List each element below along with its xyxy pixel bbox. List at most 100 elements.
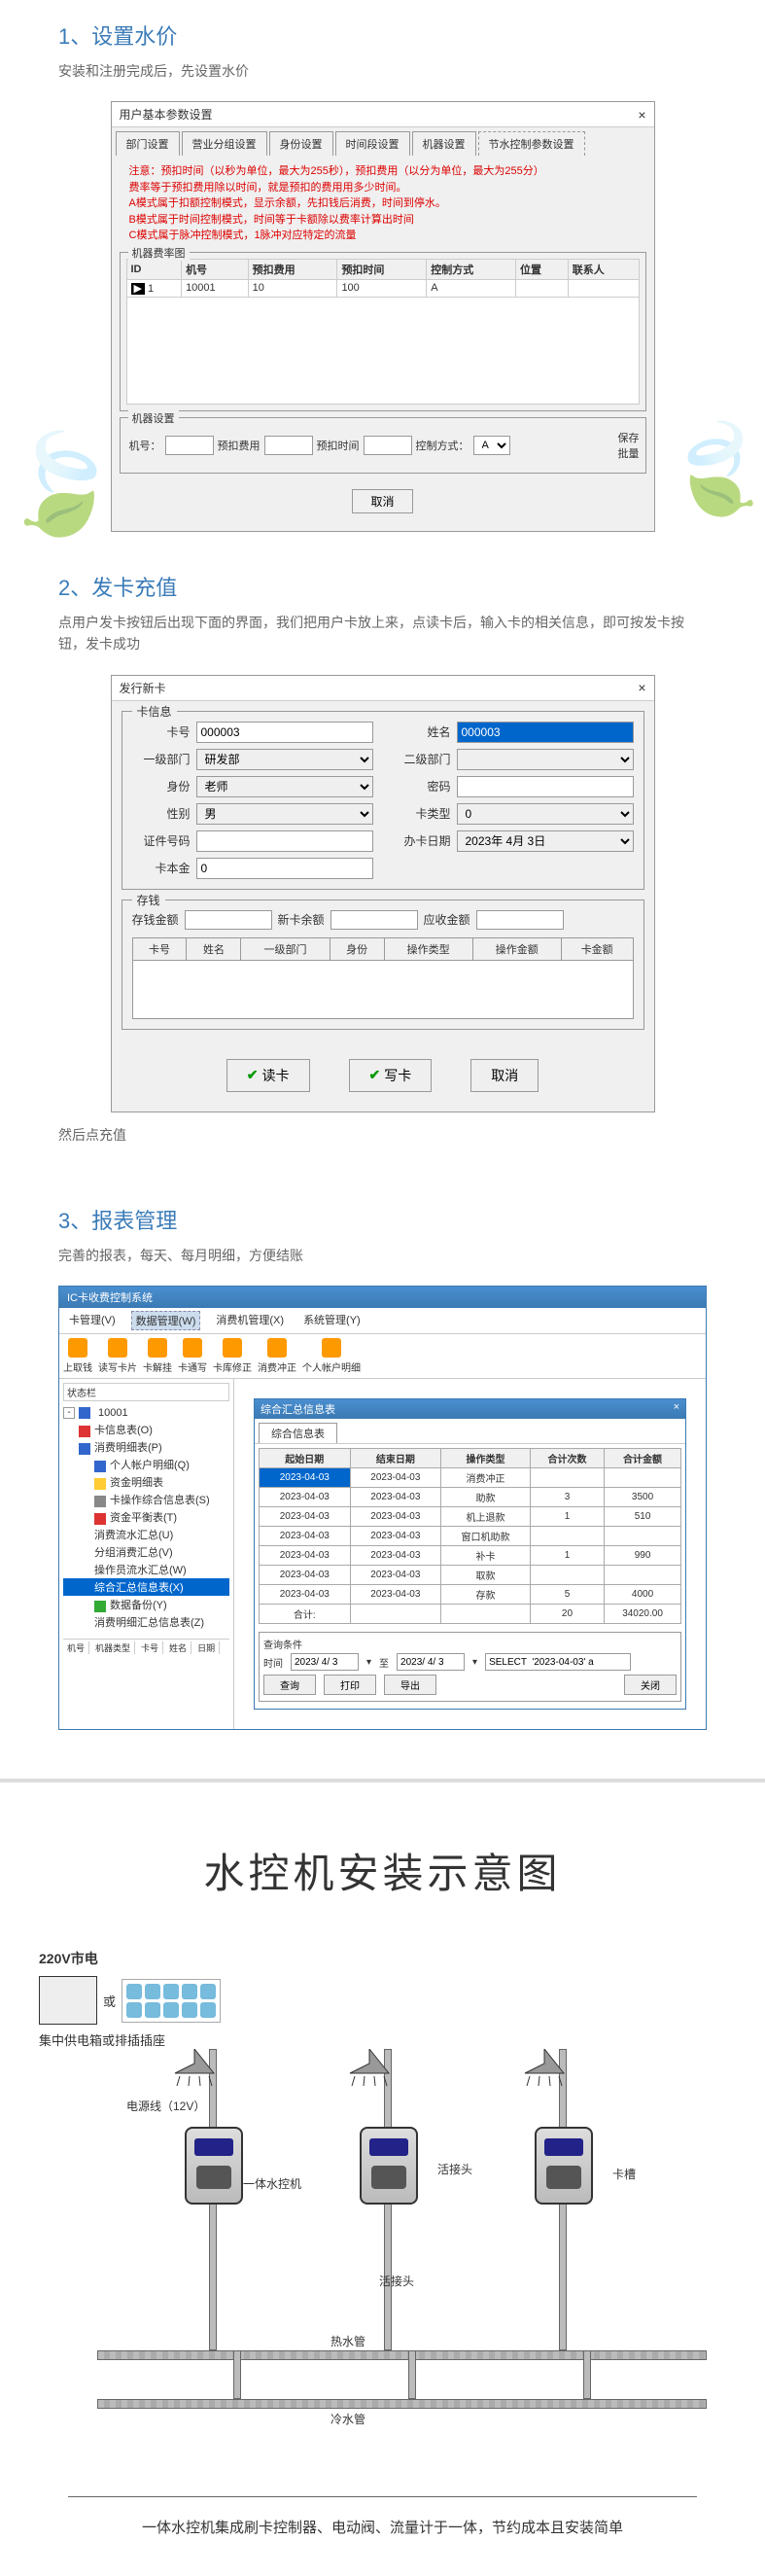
settings-tab[interactable]: 身份设置 [269,131,333,156]
toolbar-item[interactable]: 个人帐户明细 [302,1338,361,1374]
settings-tab[interactable]: 时间段设置 [335,131,410,156]
subwin-title: 综合汇总信息表 [261,1401,335,1417]
query-button[interactable]: 查询 [263,1675,316,1695]
menu-item[interactable]: 消费机管理(X) [212,1311,288,1330]
warning-text: 注意：预扣时间（以秒为单位，最大为255秒），预扣费用（以分为单位，最大为255… [120,163,646,252]
section3-sub: 完善的报表，每天、每月明细，方便结账 [58,1245,707,1266]
identity-select[interactable]: 老师 [196,776,373,797]
card-no-input[interactable] [196,722,373,743]
tree-item[interactable]: 综合汇总信息表(X) [63,1578,229,1596]
batch-label[interactable]: 批量 [618,445,640,461]
tree-item[interactable]: 数据备份(Y) [63,1596,229,1613]
shower-icon [340,2049,399,2093]
prefee-input[interactable] [264,436,313,455]
deposit-table: 卡号姓名一级部门身份操作类型操作金额卡金额 [132,937,634,961]
status-tab: 状态栏 [63,1383,229,1401]
close-icon[interactable]: × [638,680,645,695]
water-controller-icon [535,2127,593,2205]
close-icon[interactable]: × [674,1401,679,1417]
device-label: 一体水控机 [243,2175,301,2192]
settings-tab[interactable]: 机器设置 [412,131,476,156]
password-input[interactable] [457,776,634,797]
menu-item[interactable]: 卡管理(V) [65,1311,120,1330]
install-footer: 一体水控机集成刷卡控制器、电动阀、流量计于一体，节约成本且安装简单 [68,2496,697,2557]
cold-pipe [97,2399,707,2409]
gender-select[interactable]: 男 [196,803,373,825]
close-icon[interactable]: × [638,107,645,123]
cardtype-select[interactable]: 0 [457,803,634,825]
date-to-input[interactable] [397,1653,465,1671]
supply-caption: 集中供电箱或排插插座 [39,2030,726,2049]
or-text: 或 [103,1992,116,2010]
tree-item[interactable]: 消费流水汇总(U) [63,1526,229,1543]
dialog1-title: 用户基本参数设置 [120,106,213,123]
cert-input[interactable] [196,830,373,852]
socket-icon [122,1979,221,2023]
group2-label: 机器设置 [128,410,179,426]
power-label: 220V市电 [39,1951,98,1966]
cancel-button[interactable]: 取消 [352,489,412,513]
toolbar-item[interactable]: 读写卡片 [98,1338,137,1374]
settings-tab[interactable]: 部门设置 [116,131,180,156]
tree-item[interactable]: 资金明细表 [63,1473,229,1491]
sql-input[interactable] [485,1653,631,1671]
report-table: 起始日期结束日期操作类型合计次数合计金额 2023-04-032023-04-0… [259,1448,681,1624]
principal-input[interactable] [196,858,373,879]
deposit-amt-input[interactable] [185,910,272,930]
toolbar-item[interactable]: 卡库修正 [213,1338,252,1374]
tree-item[interactable]: 个人帐户明细(Q) [63,1456,229,1473]
toolbar-item[interactable]: 卡解挂 [143,1338,172,1374]
date-select[interactable]: 2023年 4月 3日 [457,830,634,852]
new-balance-input[interactable] [330,910,418,930]
close-button[interactable]: 关闭 [624,1675,677,1695]
tree-item[interactable]: 资金平衡表(T) [63,1508,229,1526]
tree-item[interactable]: 卡操作综合信息表(S) [63,1491,229,1508]
hot-pipe-label: 热水管 [330,2333,365,2349]
section2-sub: 点用户发卡按钮后出现下面的界面，我们把用户卡放上来，点读卡后，输入卡的相关信息，… [58,612,707,655]
pretime-input[interactable] [364,436,412,455]
machine-form: 机号： 预扣费用 预扣时间 控制方式：A 保存 批量 [126,424,640,467]
deposit-legend: 存钱 [132,892,165,908]
print-button[interactable]: 打印 [324,1675,376,1695]
section1-sub: 安装和注册完成后，先设置水价 [58,60,707,82]
tree-item[interactable]: 卡信息表(O) [63,1421,229,1438]
tree-item[interactable]: 操作员流水汇总(W) [63,1561,229,1578]
section3-title: 3、报表管理 [58,1204,707,1235]
toolbar-item[interactable]: 消费冲正 [258,1338,296,1374]
installation-diagram-section: 水控机安装示意图 220V市电 或 集中供电箱或排插插座 热水管 冷水管 电源线… [0,1779,765,2576]
date-from-input[interactable] [291,1653,359,1671]
joint-label: 活接头 [437,2161,472,2177]
toolbar-item[interactable]: 卡通写 [178,1338,207,1374]
menu-item[interactable]: 数据管理(W) [131,1311,201,1330]
machine-no-input[interactable] [165,436,214,455]
shower-icon [515,2049,574,2093]
save-label[interactable]: 保存 [618,430,640,445]
name-input[interactable] [457,722,634,743]
sub-tab[interactable]: 综合信息表 [259,1423,337,1443]
water-controller-icon [360,2127,418,2205]
power-line-label: 电源线（12V） [126,2098,205,2114]
cancel-button[interactable]: 取消 [470,1059,539,1092]
tree-item[interactable]: 消费明细汇总信息表(Z) [63,1613,229,1631]
water-controller-icon [185,2127,243,2205]
export-button[interactable]: 导出 [384,1675,436,1695]
tree-item[interactable]: 消费明细表(P) [63,1438,229,1456]
rate-table: ID机号预扣费用预扣时间控制方式位置联系人 ▶ 11000110100A [126,259,640,298]
section1-title: 1、设置水价 [58,19,707,51]
read-card-button[interactable]: ✔读卡 [226,1059,310,1092]
price-dialog: 用户基本参数设置 × 部门设置营业分组设置身份设置时间段设置机器设置节水控制参数… [111,101,655,532]
dept1-select[interactable]: 研发部 [196,749,373,770]
joint-label-2: 活接头 [379,2273,414,2289]
settings-tab[interactable]: 营业分组设置 [182,131,267,156]
dept2-select[interactable] [457,749,634,770]
settings-tab[interactable]: 节水控制参数设置 [478,131,585,156]
tree-item[interactable]: 分组消费汇总(V) [63,1543,229,1561]
after-text: 然后点充值 [58,1124,707,1146]
menu-item[interactable]: 系统管理(Y) [299,1311,365,1330]
ctrl-select[interactable]: A [473,436,510,455]
toolbar-item[interactable]: 上取钱 [63,1338,92,1374]
dialog2-title: 发行新卡 [120,680,166,696]
card-dialog: 发行新卡 × 卡信息 卡号 姓名 一级部门研发部 二级部门 身份老师 密码 性别… [111,675,655,1112]
write-card-button[interactable]: ✔写卡 [349,1059,433,1092]
due-amt-input[interactable] [476,910,564,930]
